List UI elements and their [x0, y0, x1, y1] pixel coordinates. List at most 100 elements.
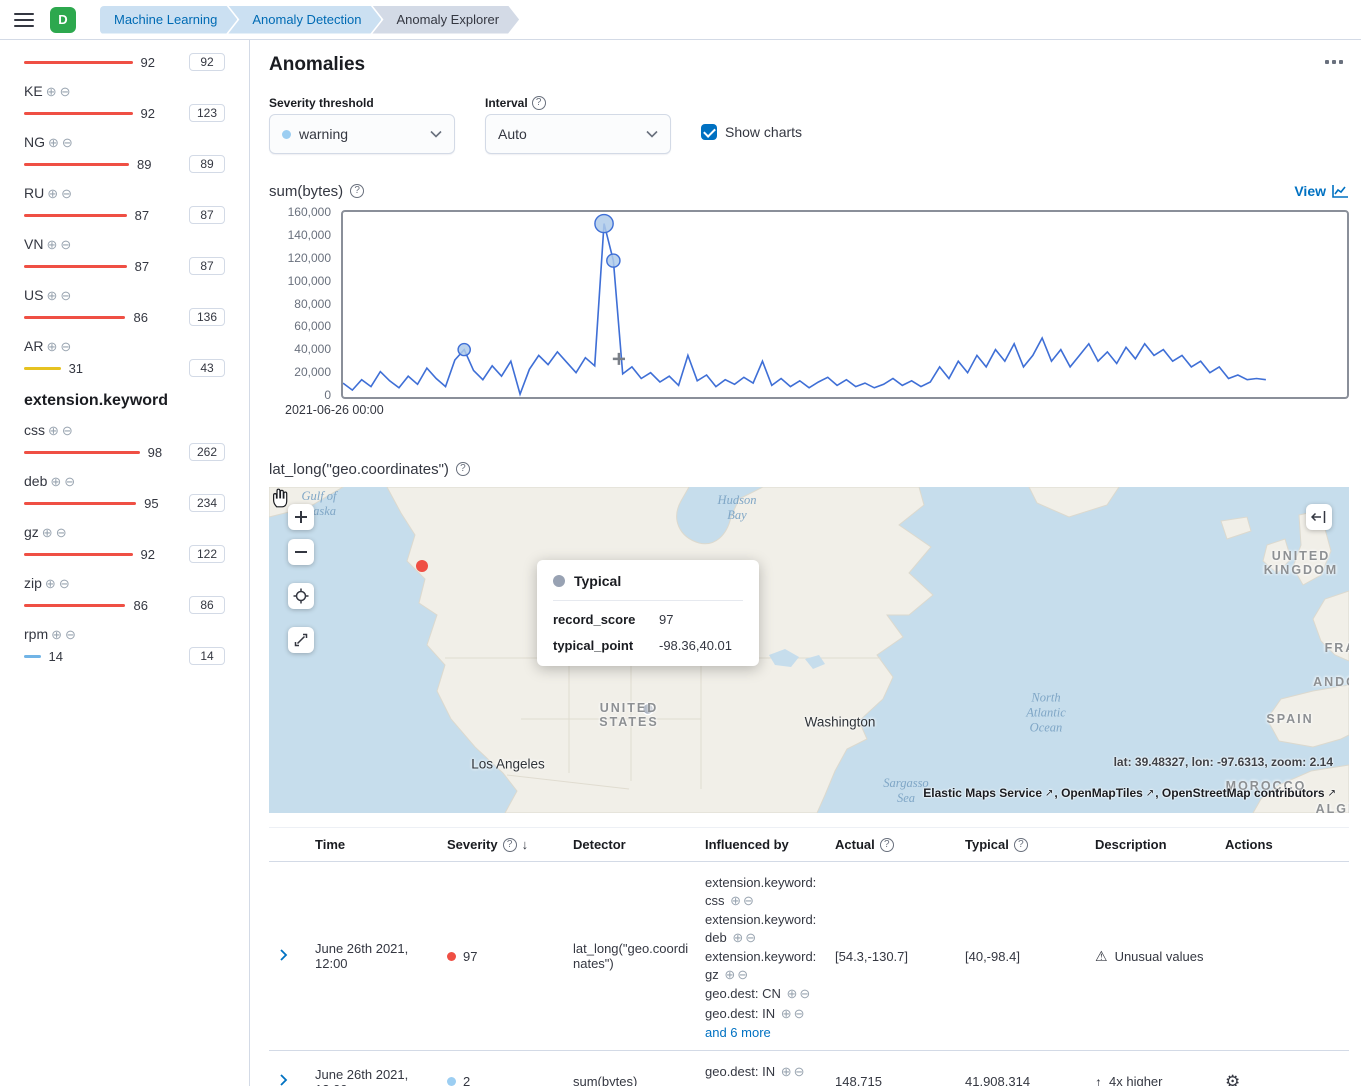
add-filter-icon[interactable]: ⊕	[46, 289, 57, 302]
space-avatar[interactable]: D	[50, 7, 76, 33]
add-filter-icon[interactable]: ⊕	[787, 986, 798, 1001]
remove-filter-icon[interactable]: ⊖	[59, 577, 70, 590]
interval-select[interactable]: Auto	[485, 114, 671, 154]
add-filter-icon[interactable]: ⊕	[46, 238, 57, 251]
map-zoom-in-button[interactable]	[288, 504, 314, 530]
remove-filter-icon[interactable]: ⊖	[60, 85, 71, 98]
cell-influenced-by: geo.dest: IN ⊕⊖geo.src: IN ⊕⊖	[697, 1051, 827, 1086]
add-filter-icon[interactable]: ⊕	[48, 424, 59, 437]
add-filter-icon[interactable]: ⊕	[51, 628, 62, 641]
map-zoom-out-button[interactable]	[288, 539, 314, 565]
anomalies-panel: Anomalies Severity threshold warning Int…	[250, 40, 1361, 1086]
y-axis-tick: 80,000	[294, 297, 331, 311]
remove-filter-icon[interactable]: ⊖	[60, 289, 71, 302]
sort-desc-icon[interactable]: ↓	[522, 837, 529, 852]
view-link[interactable]: View	[1294, 183, 1349, 199]
remove-filter-icon[interactable]: ⊖	[61, 187, 72, 200]
severity-dot-icon	[447, 952, 456, 961]
influencer-score-bar	[24, 553, 133, 556]
influencer-score: 86	[133, 310, 147, 325]
influencer-item: AR⊕⊖3143	[24, 336, 225, 380]
add-filter-icon[interactable]: ⊕	[45, 577, 56, 590]
breadcrumb-anomaly-detection[interactable]: Anomaly Detection	[228, 6, 381, 34]
panel-options-icon[interactable]	[1319, 54, 1349, 70]
add-filter-icon[interactable]: ⊕	[781, 1006, 792, 1021]
influencer-item: KE⊕⊖92123	[24, 81, 225, 125]
add-filter-icon[interactable]: ⊕	[781, 1064, 792, 1079]
remove-filter-icon[interactable]: ⊖	[62, 424, 73, 437]
severity-threshold-label: Severity threshold	[269, 96, 455, 110]
anomaly-marker[interactable]	[458, 344, 470, 356]
add-filter-icon[interactable]: ⊕	[732, 930, 743, 945]
expand-row-button[interactable]	[277, 1071, 290, 1086]
warning-icon: ⚠	[1095, 948, 1108, 965]
severity-threshold-select[interactable]: warning	[269, 114, 455, 154]
question-icon: ?	[532, 96, 546, 110]
map-locate-button[interactable]	[288, 583, 314, 609]
influencer-label: gz	[24, 524, 39, 540]
attribution-link[interactable]: OpenStreetMap contributors	[1162, 786, 1325, 800]
influencer-item: RU⊕⊖8787	[24, 183, 225, 227]
cell-description: ⚠Unusual values	[1087, 862, 1217, 1051]
add-filter-icon[interactable]: ⊕	[46, 340, 57, 353]
gear-button[interactable]: ⚙	[1225, 1072, 1240, 1086]
anomaly-map[interactable]: UNITED STATESUNITED KINGDOMSPAINFRANANDO…	[269, 487, 1349, 813]
anomaly-chart[interactable]	[341, 210, 1349, 399]
influencer-label: zip	[24, 575, 42, 591]
add-filter-icon[interactable]: ⊕	[48, 136, 59, 149]
influencer-label: US	[24, 287, 43, 303]
add-filter-icon[interactable]: ⊕	[42, 526, 53, 539]
question-icon: ?	[503, 838, 517, 852]
chart-y-axis: 160,000140,000120,000100,00080,00060,000…	[269, 210, 341, 399]
influencer-label: NG	[24, 134, 45, 150]
table-header-time: Time	[307, 828, 439, 862]
chart-x-axis-label: 2021-06-26 00:00	[285, 403, 1349, 419]
show-more-link[interactable]: and 6 more	[705, 1025, 819, 1040]
remove-filter-icon[interactable]: ⊖	[65, 628, 76, 641]
cell-detector: lat_long("geo.coordinates")	[565, 862, 697, 1051]
influencer-item: css⊕⊖98262	[24, 420, 225, 464]
expand-row-button[interactable]	[277, 946, 290, 967]
arrow-up-icon: ↑	[1095, 1074, 1102, 1086]
attribution-link[interactable]: Elastic Maps Service	[923, 786, 1042, 800]
add-filter-icon[interactable]: ⊕	[724, 967, 735, 982]
influencer-label: AR	[24, 338, 43, 354]
remove-filter-icon[interactable]: ⊖	[737, 967, 748, 982]
crosshair-icon	[293, 588, 309, 604]
remove-filter-icon[interactable]: ⊖	[743, 893, 754, 908]
show-charts-checkbox[interactable]: Show charts	[701, 124, 802, 140]
influencer-score-bar	[24, 214, 127, 217]
remove-filter-icon[interactable]: ⊖	[745, 930, 756, 945]
breadcrumb-machine-learning[interactable]: Machine Learning	[100, 6, 237, 34]
cell-typical: [40,-98.4]	[957, 862, 1087, 1051]
remove-filter-icon[interactable]: ⊖	[794, 1006, 805, 1021]
add-filter-icon[interactable]: ⊕	[46, 85, 57, 98]
influencers-sidebar: 9292KE⊕⊖92123NG⊕⊖8989RU⊕⊖8787VN⊕⊖8787US⊕…	[0, 40, 250, 1086]
influencer-score: 95	[144, 496, 158, 511]
anomaly-marker[interactable]	[595, 215, 613, 233]
add-filter-icon[interactable]: ⊕	[730, 893, 741, 908]
add-filter-icon[interactable]: ⊕	[50, 475, 61, 488]
remove-filter-icon[interactable]: ⊖	[56, 526, 67, 539]
y-axis-tick: 140,000	[288, 228, 331, 242]
influencer-score-bar	[24, 112, 133, 115]
add-filter-icon[interactable]: ⊕	[47, 187, 58, 200]
map-fit-button[interactable]	[288, 627, 314, 653]
map-legend-button[interactable]	[1306, 504, 1332, 530]
table-header-severity[interactable]: Severity?↓	[439, 828, 565, 862]
attribution-link[interactable]: OpenMapTiles	[1061, 786, 1143, 800]
remove-filter-icon[interactable]: ⊖	[62, 136, 73, 149]
remove-filter-icon[interactable]: ⊖	[794, 1064, 805, 1079]
remove-filter-icon[interactable]: ⊖	[60, 340, 71, 353]
influencer-badge: 262	[189, 443, 225, 461]
anomaly-marker[interactable]	[607, 254, 620, 267]
menu-icon[interactable]	[14, 13, 34, 27]
remove-filter-icon[interactable]: ⊖	[60, 238, 71, 251]
influencer-badge: 122	[189, 545, 225, 563]
chevron-down-icon	[646, 130, 658, 138]
remove-filter-icon[interactable]: ⊖	[64, 475, 75, 488]
influencer-item: NG⊕⊖8989	[24, 132, 225, 176]
remove-filter-icon[interactable]: ⊖	[799, 986, 810, 1001]
influencer-score-bar	[24, 502, 136, 505]
cell-description: ↑4x higher	[1087, 1051, 1217, 1086]
